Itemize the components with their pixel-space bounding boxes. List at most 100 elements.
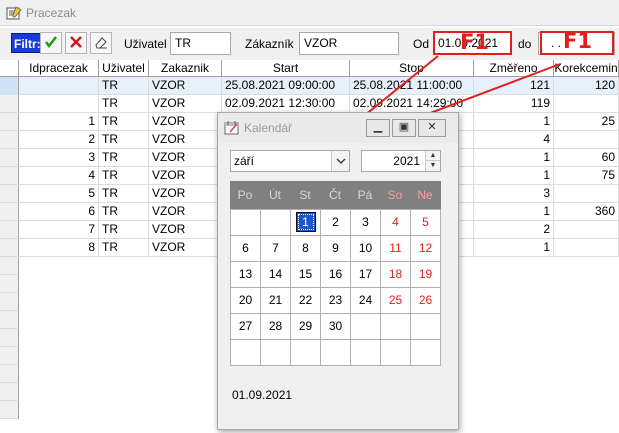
calendar-day[interactable]: 5 [411,210,441,236]
maximize-button[interactable]: ▣ [392,119,416,137]
calendar-day[interactable]: 1 [291,210,321,236]
spin-down-icon[interactable]: ▼ [426,161,440,171]
calendar-day[interactable]: 30 [321,314,351,340]
cell-user[interactable]: TR [99,77,149,95]
cell-customer[interactable]: VZOR [149,239,222,257]
cell-user[interactable]: TR [99,167,149,185]
row-indicator[interactable] [0,95,19,113]
spin-up-icon[interactable]: ▲ [426,151,440,161]
customer-filter-input[interactable]: VZOR [299,32,399,55]
calendar-day[interactable]: 14 [261,262,291,288]
cell-correction[interactable]: 360 [554,203,619,221]
cell-measured[interactable]: 2 [474,221,554,239]
cell-measured[interactable]: 1 [474,113,554,131]
cell-correction[interactable]: 120 [554,77,619,95]
cell-user[interactable]: TR [99,95,149,113]
calendar-day[interactable]: 8 [291,236,321,262]
column-header-stop[interactable]: Stop [350,60,474,77]
calendar-day[interactable]: 25 [381,288,411,314]
cell-id[interactable]: 4 [19,167,99,185]
cell-stop[interactable]: 25.08.2021 11:00:00 [350,77,474,95]
table-row[interactable]: TR VZOR 25.08.2021 09:00:00 25.08.2021 11:0… [0,77,619,95]
calendar-day[interactable]: 19 [411,262,441,288]
calendar-day[interactable]: 28 [261,314,291,340]
calendar-day[interactable]: 7 [261,236,291,262]
chevron-down-icon[interactable] [331,151,349,171]
cell-correction[interactable] [554,185,619,203]
erase-filter-button[interactable] [90,32,112,54]
cell-customer[interactable]: VZOR [149,113,222,131]
minimize-button[interactable]: ▁ [366,119,390,137]
cell-customer[interactable]: VZOR [149,221,222,239]
calendar-day[interactable]: 21 [261,288,291,314]
calendar-day[interactable]: 6 [231,236,261,262]
cell-correction[interactable] [554,221,619,239]
cell-id[interactable]: 8 [19,239,99,257]
cell-start[interactable]: 02.09.2021 12:30:00 [222,95,350,113]
calendar-day[interactable]: 27 [231,314,261,340]
cell-customer[interactable]: VZOR [149,149,222,167]
cell-id[interactable]: 6 [19,203,99,221]
calendar-day[interactable]: 18 [381,262,411,288]
cell-id[interactable]: 2 [19,131,99,149]
apply-filter-button[interactable] [40,32,62,54]
cell-correction[interactable] [554,239,619,257]
calendar-day[interactable]: 22 [291,288,321,314]
calendar-day[interactable]: 13 [231,262,261,288]
calendar-day[interactable]: 16 [321,262,351,288]
cell-customer[interactable]: VZOR [149,203,222,221]
cell-user[interactable]: TR [99,131,149,149]
user-filter-input[interactable]: TR [170,32,231,55]
cell-customer[interactable]: VZOR [149,77,222,95]
cell-start[interactable]: 25.08.2021 09:00:00 [222,77,350,95]
cell-correction[interactable] [554,131,619,149]
clear-filter-button[interactable] [65,32,87,54]
calendar-day[interactable]: 11 [381,236,411,262]
cell-id[interactable]: 3 [19,149,99,167]
cell-customer[interactable]: VZOR [149,131,222,149]
table-row[interactable]: TR VZOR 02.09.2021 12:30:00 02.09.2021 14:2… [0,95,619,113]
cell-user[interactable]: TR [99,239,149,257]
cell-measured[interactable]: 4 [474,131,554,149]
year-spinner[interactable]: 2021 ▲ ▼ [361,150,441,172]
calendar-day[interactable]: 10 [351,236,381,262]
calendar-day[interactable]: 17 [351,262,381,288]
cell-correction[interactable]: 75 [554,167,619,185]
row-indicator[interactable] [0,203,19,221]
cell-user[interactable]: TR [99,185,149,203]
row-indicator[interactable] [0,113,19,131]
cell-measured[interactable]: 1 [474,149,554,167]
column-header-start[interactable]: Start [222,60,350,77]
cell-user[interactable]: TR [99,113,149,131]
calendar-day[interactable]: 3 [351,210,381,236]
cell-id[interactable] [19,95,99,113]
cell-measured[interactable]: 121 [474,77,554,95]
calendar-day[interactable]: 12 [411,236,441,262]
cell-measured[interactable]: 119 [474,95,554,113]
column-header-user[interactable]: Uživatel [99,60,149,77]
row-indicator[interactable] [0,239,19,257]
cell-measured[interactable]: 1 [474,239,554,257]
column-header-customer[interactable]: Zakaznik [149,60,222,77]
row-indicator[interactable] [0,149,19,167]
row-indicator[interactable] [0,131,19,149]
row-indicator[interactable] [0,167,19,185]
row-indicator[interactable] [0,221,19,239]
calendar-day[interactable]: 23 [321,288,351,314]
cell-id[interactable]: 1 [19,113,99,131]
column-header-measured[interactable]: Změřeno [474,60,554,77]
row-indicator[interactable] [0,185,19,203]
close-button[interactable]: ✕ [418,119,446,137]
calendar-day[interactable]: 20 [231,288,261,314]
calendar-day[interactable]: 2 [321,210,351,236]
cell-correction[interactable]: 60 [554,149,619,167]
row-indicator[interactable] [0,77,19,95]
selected-day[interactable]: 1 [295,212,316,232]
cell-id[interactable]: 7 [19,221,99,239]
cell-id[interactable] [19,77,99,95]
calendar-day[interactable]: 4 [381,210,411,236]
cell-correction[interactable] [554,95,619,113]
cell-user[interactable]: TR [99,149,149,167]
cell-measured[interactable]: 1 [474,167,554,185]
cell-measured[interactable]: 1 [474,203,554,221]
